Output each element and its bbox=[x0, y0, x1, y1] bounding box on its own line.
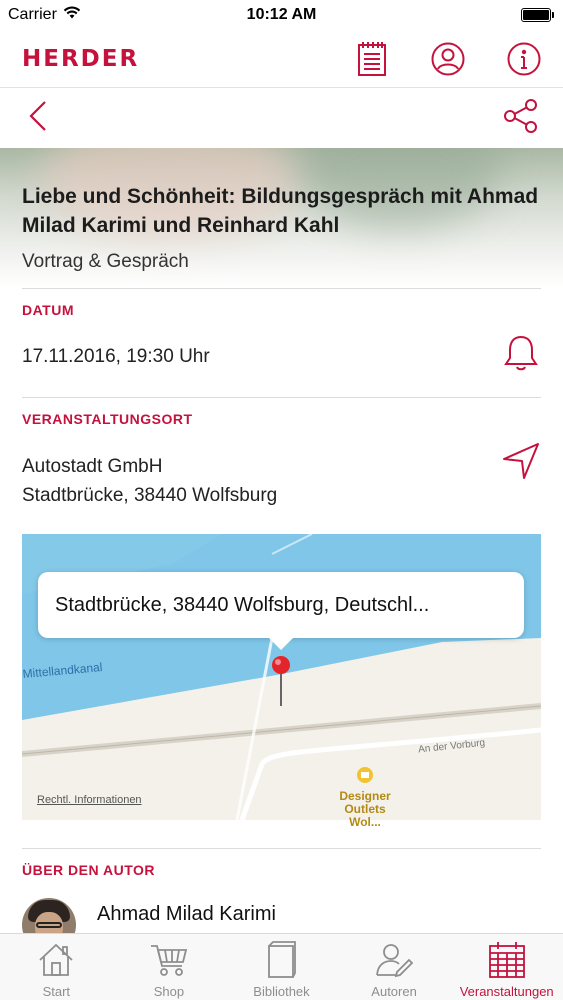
map-legal-link[interactable]: Rechtl. Informationen bbox=[37, 794, 142, 806]
detail-navbar bbox=[0, 88, 563, 148]
author-icon bbox=[374, 940, 414, 980]
herder-logo[interactable]: HERDER bbox=[22, 46, 139, 72]
divider bbox=[22, 397, 541, 398]
tab-shop[interactable]: Shop bbox=[113, 934, 225, 999]
tab-bibliothek[interactable]: Bibliothek bbox=[225, 934, 337, 999]
home-icon bbox=[36, 940, 76, 980]
status-bar: Carrier 10:12 AM bbox=[0, 0, 563, 30]
header-icons bbox=[355, 41, 541, 76]
tab-start[interactable]: Start bbox=[0, 934, 112, 999]
map-poi-label[interactable]: Designer Outlets Wol... bbox=[332, 790, 398, 829]
divider bbox=[22, 848, 541, 849]
info-icon[interactable] bbox=[507, 42, 541, 76]
tab-bar: Start Shop Bibliothek Autoren Veranstalt… bbox=[0, 933, 563, 1000]
tab-autoren[interactable]: Autoren bbox=[338, 934, 450, 999]
share-icon[interactable] bbox=[503, 98, 539, 139]
carrier-label: Carrier bbox=[8, 6, 57, 23]
navigation-arrow-icon[interactable] bbox=[502, 442, 540, 485]
status-left: Carrier bbox=[8, 6, 81, 24]
tab-label: Autoren bbox=[371, 984, 417, 999]
author-label: ÜBER DEN AUTOR bbox=[22, 862, 156, 878]
book-icon bbox=[261, 940, 301, 980]
divider bbox=[22, 288, 541, 289]
app-header: HERDER bbox=[0, 30, 563, 88]
avatar-glasses bbox=[36, 922, 62, 928]
calendar-icon bbox=[487, 940, 527, 980]
venue-name: Autostadt GmbH bbox=[22, 456, 163, 477]
date-label: DATUM bbox=[22, 302, 75, 318]
battery-fill bbox=[523, 10, 549, 20]
bell-icon[interactable] bbox=[502, 334, 540, 377]
back-chevron-icon[interactable] bbox=[28, 100, 48, 137]
tab-label: Veranstaltungen bbox=[459, 984, 554, 999]
event-type: Vortrag & Gespräch bbox=[22, 251, 189, 272]
author-name[interactable]: Ahmad Milad Karimi bbox=[97, 903, 276, 926]
battery-icon bbox=[521, 8, 554, 22]
map-callout-tail bbox=[268, 637, 294, 650]
map-callout[interactable]: Stadtbrücke, 38440 Wolfsburg, Deutschl..… bbox=[38, 572, 524, 638]
status-time: 10:12 AM bbox=[246, 6, 317, 23]
profile-icon[interactable] bbox=[431, 42, 465, 76]
notepad-icon[interactable] bbox=[355, 41, 389, 76]
venue-address: Stadtbrücke, 38440 Wolfsburg bbox=[22, 485, 278, 506]
tab-veranstaltungen[interactable]: Veranstaltungen bbox=[451, 934, 563, 999]
venue-label: VERANSTALTUNGSORT bbox=[22, 411, 193, 427]
event-title: Liebe und Schönheit: Bildungsgespräch mi… bbox=[22, 185, 539, 237]
tab-label: Shop bbox=[153, 984, 185, 999]
date-value: 17.11.2016, 19:30 Uhr bbox=[22, 346, 210, 367]
tab-label: Start bbox=[42, 984, 71, 999]
event-hero: Liebe und Schönheit: Bildungsgespräch mi… bbox=[0, 148, 563, 288]
wifi-icon bbox=[63, 6, 81, 24]
cart-icon bbox=[149, 940, 189, 980]
tab-label: Bibliothek bbox=[253, 984, 310, 999]
